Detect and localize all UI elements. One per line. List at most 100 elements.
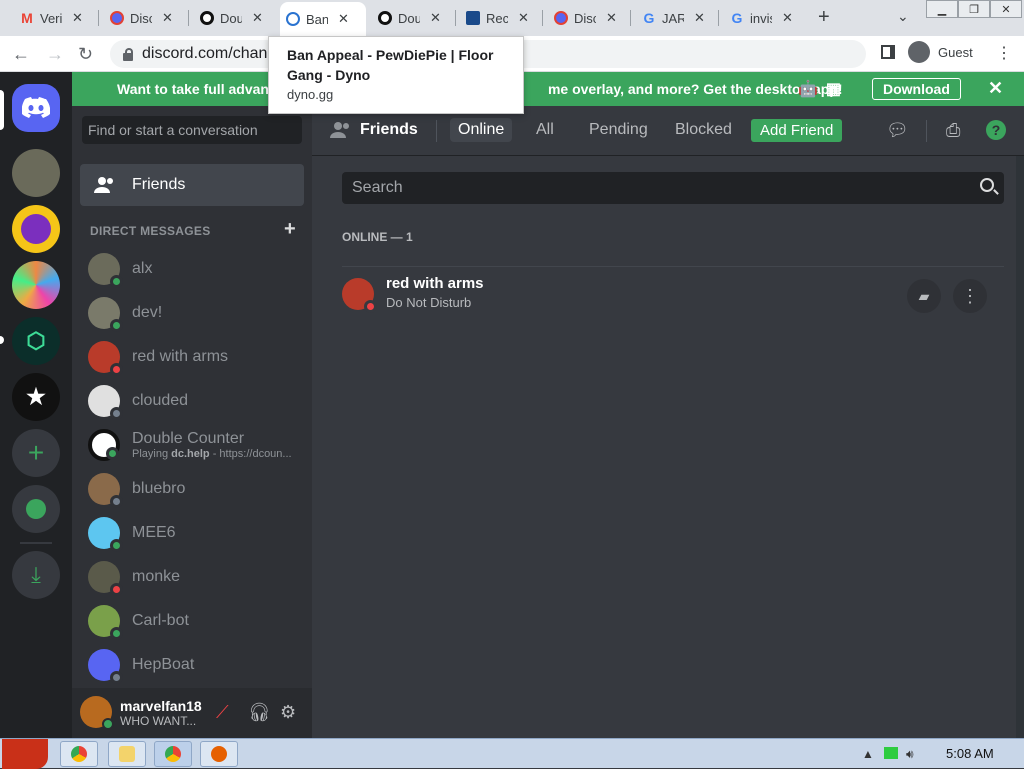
profile-button[interactable]: Guest [908,41,973,63]
tab-search-chevron-icon[interactable]: ⌄ [897,8,909,25]
dm-item-red-with-arms[interactable]: red with arms [80,336,304,378]
custom-status: WHO WANT... [120,714,197,728]
username: marvelfan18 [120,698,202,714]
tab-tooltip: Ban Appeal - PewDiePie | Floor Gang - Dy… [268,36,524,114]
tab-pending[interactable]: Pending [581,118,656,142]
tab-gmail[interactable]: M Verif ✕ [14,5,89,31]
close-icon[interactable]: ✕ [162,10,173,26]
double-counter-icon [378,11,392,25]
help-icon[interactable]: ? [986,120,1006,140]
android-icon: 🤖 [798,81,818,98]
close-icon[interactable]: ✕ [518,10,529,26]
clock[interactable]: 5:08 AM [946,746,994,761]
tab-online[interactable]: Online [450,118,513,142]
dm-item-monke[interactable]: monke [80,556,304,598]
sidebar-item-friends[interactable]: Friends [80,164,304,206]
dm-item-hepboat[interactable]: HepBoat [80,644,304,686]
friend-name: red with arms [386,275,484,292]
tab-discord[interactable]: Disco ✕ [104,5,179,31]
close-icon[interactable]: ✕ [252,10,263,26]
headphones-icon[interactable]: 🎧︎ [248,702,271,723]
add-friend-button[interactable]: Add Friend [751,119,843,142]
inbox-icon[interactable]: ⎙ [946,120,960,141]
url-text: discord.com/chann [142,45,277,62]
tab-double-counter[interactable]: Dou ✕ [194,5,269,31]
network-icon[interactable] [884,747,898,759]
start-button[interactable] [2,739,48,769]
dm-item-dev[interactable]: dev! [80,292,304,334]
more-options-icon[interactable]: ⋮ [953,279,987,313]
tab-google-jar[interactable]: G JAR ✕ [636,5,711,31]
dm-item-bluebro[interactable]: bluebro [80,468,304,510]
google-icon: G [643,10,655,26]
friends-icon [330,122,349,138]
chrome-pinned-icon[interactable] [60,741,98,767]
gmail-icon: M [21,10,33,26]
server-icon-4[interactable]: ⬡ [12,317,60,365]
dm-item-mee6[interactable]: MEE6 [80,512,304,554]
firefox-icon[interactable] [200,741,238,767]
taskbar: ▲ 🔊︎ 5:08 AM [0,738,1024,769]
side-panel-icon[interactable] [881,45,895,59]
platform-icons: 🤖 ▦ [790,79,841,99]
tab-discord-2[interactable]: Disc ✕ [548,5,623,31]
close-icon[interactable]: ✕ [338,11,349,27]
tab-blocked[interactable]: Blocked [667,118,740,142]
user-panel: marvelfan18 WHO WANT... ⟋ 🎧︎ ⚙ [72,688,312,738]
tab-all[interactable]: All [528,118,562,142]
tab-recovery[interactable]: Reco ✕ [460,5,535,31]
friends-search-input[interactable]: Search [342,172,1004,204]
minimize-button[interactable]: ▁ [926,0,958,18]
dm-item-double-counter[interactable]: Double Counter Playing dc.help - https:/… [80,424,304,466]
new-group-dm-icon[interactable]: 💬︎ [886,120,909,141]
gear-icon[interactable]: ⚙ [280,702,296,723]
window-close-button[interactable]: ✕ [990,0,1022,18]
add-server-icon[interactable]: + [12,429,60,477]
close-icon[interactable]: ✕ [430,10,441,26]
explorer-icon[interactable] [108,741,146,767]
browser-menu-icon[interactable]: ⋮ [996,43,1012,63]
volume-icon[interactable]: 🔊︎ [906,747,914,762]
message-icon[interactable]: ▰ [907,279,941,313]
activity-text: Playing dc.help - https://dcoun... [132,448,292,460]
close-banner-icon[interactable]: ✕ [988,78,1003,99]
tooltip-title: Ban Appeal - PewDiePie | Floor Gang - Dy… [287,47,494,83]
server-icon-3[interactable] [12,261,60,309]
tooltip-domain: dyno.gg [287,87,334,102]
maximize-button[interactable]: ❐ [958,0,990,18]
avatar [88,605,123,640]
chrome-taskbar-icon[interactable] [154,741,192,767]
mute-mic-icon[interactable]: ⟋ [216,702,229,723]
dm-item-clouded[interactable]: clouded [80,380,304,422]
avatar [88,517,123,552]
dm-item-carl-bot[interactable]: Carl-bot [80,600,304,642]
close-icon[interactable]: ✕ [694,10,705,26]
close-icon[interactable]: ✕ [782,10,793,26]
create-dm-icon[interactable]: + [284,218,296,241]
forward-arrow-icon[interactable]: → [46,44,64,65]
dm-item-alx[interactable]: alx [80,248,304,290]
download-button[interactable]: Download [872,78,961,100]
scrollbar[interactable] [1016,156,1024,738]
back-arrow-icon[interactable]: ← [12,44,30,65]
download-apps-icon[interactable]: ⤓ [12,551,60,599]
server-icon-5[interactable]: ★ [12,373,60,421]
find-conversation-input[interactable]: Find or start a conversation [82,116,302,144]
new-tab-button[interactable]: + [818,6,830,29]
tab-double-counter-2[interactable]: Dou ✕ [372,5,447,31]
server-list: ⬡ ★ + ⤓ [0,72,72,738]
close-icon[interactable]: ✕ [72,10,83,26]
server-icon-2[interactable] [12,205,60,253]
server-icon-1[interactable] [12,149,60,197]
close-icon[interactable]: ✕ [606,10,617,26]
reload-icon[interactable]: ↻ [78,44,93,65]
search-icon [980,178,994,192]
tab-ban-appeal[interactable]: Ban ✕ [280,2,366,36]
discord-home-icon[interactable] [12,84,60,132]
home-indicator [0,90,4,130]
browser-tab-strip: M Verif ✕ Disco ✕ Dou ✕ Ban ✕ Dou ✕ Reco… [0,0,1024,36]
friend-row[interactable]: red with arms Do Not Disturb ▰ ⋮ [342,266,1004,316]
tab-google-invis[interactable]: G invis ✕ [724,5,799,31]
tray-expand-icon[interactable]: ▲ [862,747,874,761]
explore-servers-icon[interactable] [12,485,60,533]
